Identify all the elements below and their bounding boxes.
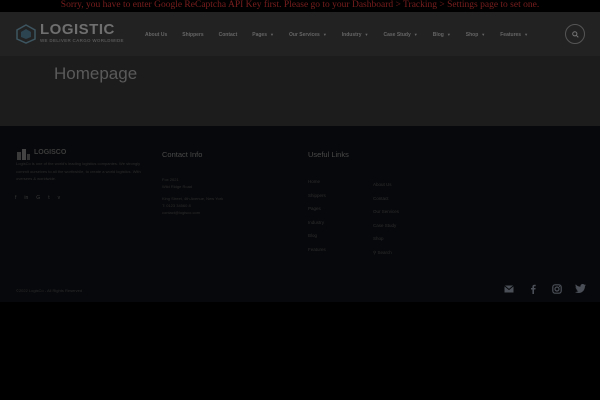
nav-features[interactable]: Features ▼ — [500, 31, 528, 41]
nav-label: About Us — [145, 32, 168, 38]
nav-label: Shop — [465, 32, 479, 38]
page-root: Sorry, you have to enter Google ReCaptch… — [0, 0, 600, 400]
nav-shippers[interactable]: Shippers — [182, 31, 203, 41]
main-nav: About Us Shippers Contact Pages ▼ Our Ser… — [145, 31, 543, 41]
page-title: Homepage — [54, 64, 138, 83]
nav-our-services[interactable]: Our Services ▼ — [289, 31, 327, 41]
footer-contact-info: Fox 2021 Wild Ridge Road King Street, 4t… — [162, 176, 282, 216]
nav-pages[interactable]: Pages ▼ — [252, 31, 274, 41]
footer-bottom-social — [503, 283, 586, 294]
logo-tagline: WE DELIVER CARGO WORLDWIDE — [40, 38, 124, 43]
nav-label: Our Services — [288, 32, 320, 38]
footer-logo[interactable]: LOGISCO — [16, 148, 86, 160]
twitter-icon[interactable] — [575, 283, 586, 294]
footer-logo-icon — [17, 149, 30, 160]
nav-label: Industry — [341, 32, 362, 38]
footer-link[interactable]: Pages — [308, 202, 326, 216]
search-button[interactable] — [565, 24, 585, 44]
linkedin-icon[interactable]: in — [24, 195, 28, 201]
caret-down-icon: ▼ — [270, 32, 274, 37]
footer-link[interactable]: Features — [308, 243, 326, 257]
facebook-icon[interactable] — [527, 283, 538, 294]
search-icon — [571, 30, 579, 38]
footer-link[interactable]: Shippers — [308, 189, 326, 203]
footer-link[interactable]: Case Study — [373, 219, 399, 233]
footer-social: f in G t v — [15, 195, 60, 201]
footer-link[interactable]: Contact — [373, 192, 399, 206]
caret-down-icon: ▼ — [413, 32, 418, 37]
footer-link[interactable]: Our Services — [373, 205, 399, 219]
facebook-icon[interactable]: f — [15, 195, 16, 201]
google-plus-icon[interactable]: G — [36, 195, 40, 201]
caret-down-icon: ▼ — [481, 32, 486, 37]
footer-link[interactable]: ⚲ Search — [373, 246, 399, 260]
footer-logo-text: LOGISCO — [34, 149, 67, 156]
footer-links-col1: Home Shippers Pages Industry Blog Featur… — [308, 175, 326, 256]
footer-links-col2: About Us Contact Our Services Case Study… — [373, 178, 399, 259]
nav-label: Pages — [252, 32, 267, 38]
logo-text: LOGISTIC — [40, 21, 115, 38]
footer-link[interactable]: Industry — [308, 216, 326, 230]
caret-down-icon: ▼ — [364, 32, 369, 37]
site-footer: LOGISCO LogisCo is one of the world's le… — [0, 126, 600, 302]
recaptcha-notice: Sorry, you have to enter Google ReCaptch… — [60, 0, 540, 10]
caret-down-icon: ▼ — [322, 32, 327, 37]
page-title-bar: Homepage — [0, 56, 600, 126]
nav-label: Case Study — [383, 32, 411, 38]
nav-blog[interactable]: Blog ▼ — [433, 31, 451, 41]
nav-contact[interactable]: Contact — [219, 31, 238, 41]
logo-mark-icon — [16, 24, 36, 44]
footer-link[interactable]: Home — [308, 175, 326, 189]
mail-icon[interactable] — [503, 283, 514, 294]
nav-label: Shippers — [182, 32, 204, 38]
site-header: LOGISTIC WE DELIVER CARGO WORLDWIDE Abou… — [0, 12, 600, 56]
nav-shop[interactable]: Shop ▼ — [466, 31, 485, 41]
contact-line[interactable]: contact@logisco.com — [162, 209, 282, 216]
site-logo[interactable]: LOGISTIC WE DELIVER CARGO WORLDWIDE — [16, 22, 132, 48]
instagram-icon[interactable] — [551, 283, 562, 294]
contact-line: Wild Ridge Road — [162, 184, 193, 189]
nav-label: Contact — [218, 32, 238, 38]
copyright-text: ©2022 LogisCo - All Rights Reserved — [16, 288, 83, 293]
nav-industry[interactable]: Industry ▼ — [342, 31, 369, 41]
nav-label: Features — [500, 32, 522, 38]
footer-link[interactable]: About Us — [373, 178, 399, 192]
nav-about-us[interactable]: About Us — [145, 31, 167, 41]
contact-line: Fox 2021 — [162, 177, 179, 182]
nav-case-study[interactable]: Case Study ▼ — [384, 31, 418, 41]
footer-link[interactable]: Blog — [308, 229, 326, 243]
contact-line: T: 0123 34560 8 — [162, 203, 191, 208]
vimeo-icon[interactable]: v — [58, 195, 61, 201]
caret-down-icon: ▼ — [446, 32, 451, 37]
nav-label: Blog — [432, 32, 444, 38]
footer-contact-title: Contact Info — [162, 150, 203, 159]
caret-down-icon: ▼ — [524, 32, 529, 37]
twitter-icon[interactable]: t — [48, 195, 49, 201]
footer-link[interactable]: Shop — [373, 232, 399, 246]
footer-links-title: Useful Links — [308, 150, 349, 159]
footer-link-label: Search — [377, 249, 392, 255]
footer-about-text: LogisCo is one of the world's leading lo… — [16, 161, 141, 181]
contact-line: King Street, 4th Avenue, New York — [162, 196, 224, 201]
